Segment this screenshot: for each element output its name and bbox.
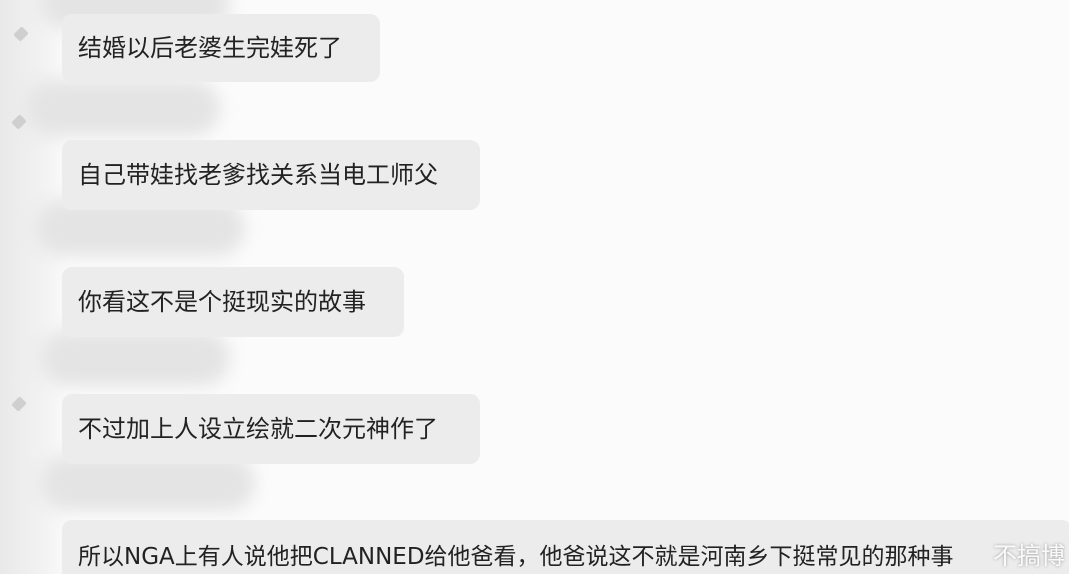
message-text: 不过加上人设立绘就二次元神作了 — [78, 415, 438, 443]
message-text: 所以NGA上有人说他把CLANNED给他爸看，他爸说这不就是河南乡下挺常见的那种… — [78, 544, 954, 570]
message-bubble[interactable]: 所以NGA上有人说他把CLANNED给他爸看，他爸说这不就是河南乡下挺常见的那种… — [62, 520, 1069, 574]
message-bubble[interactable]: 不过加上人设立绘就二次元神作了 — [62, 394, 480, 464]
message-bubble[interactable]: 你看这不是个挺现实的故事 — [62, 267, 404, 337]
blurred-avatar — [25, 80, 220, 136]
message-text: 你看这不是个挺现实的故事 — [78, 288, 366, 316]
watermark: 不搞博 — [993, 542, 1065, 570]
blurred-avatar — [40, 330, 230, 386]
message-bubble[interactable]: 自己带娃找老爹找关系当电工师父 — [62, 140, 480, 210]
message-text: 自己带娃找老爹找关系当电工师父 — [78, 161, 438, 189]
chat-screenshot: 结婚以后老婆生完娃死了 自己带娃找老爹找关系当电工师父 你看这不是个挺现实的故事… — [0, 0, 1069, 574]
message-bubble[interactable]: 结婚以后老婆生完娃死了 — [62, 14, 380, 82]
message-text: 结婚以后老婆生完娃死了 — [78, 34, 342, 62]
